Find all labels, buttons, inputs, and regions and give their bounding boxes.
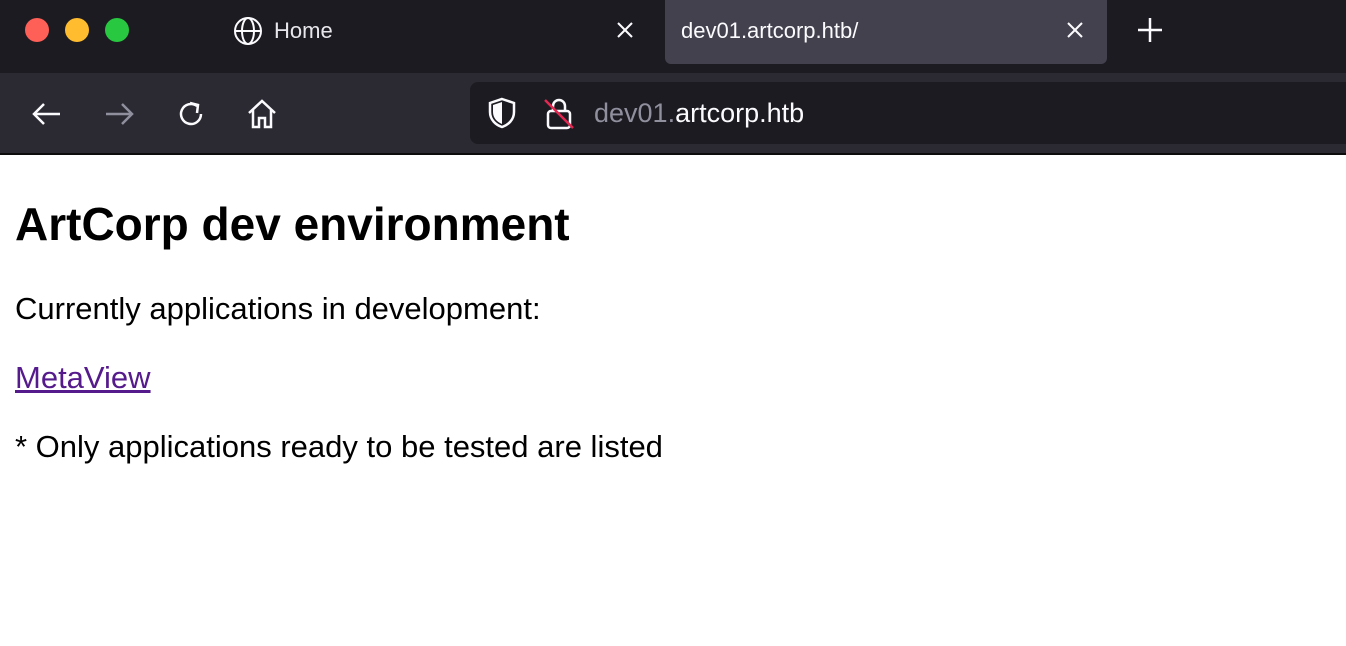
browser-window: Home dev01.artcorp.htb/ dev01.artcorp.ht… bbox=[0, 0, 1346, 646]
close-tab-icon[interactable] bbox=[613, 18, 637, 42]
reload-icon[interactable] bbox=[173, 96, 209, 132]
globe-icon bbox=[234, 17, 262, 45]
address-bar[interactable]: dev01.artcorp.htb bbox=[470, 82, 1346, 144]
url-subdomain: dev01. bbox=[594, 98, 676, 128]
tab-label: dev01.artcorp.htb/ bbox=[681, 18, 859, 43]
back-arrow-icon[interactable] bbox=[29, 96, 65, 132]
home-icon[interactable] bbox=[244, 96, 280, 132]
url-domain: artcorp.htb bbox=[675, 98, 805, 128]
navigation-toolbar: dev01.artcorp.htb bbox=[0, 73, 1346, 154]
close-tab-icon[interactable] bbox=[1063, 18, 1087, 42]
tab-strip: Home dev01.artcorp.htb/ bbox=[0, 0, 1346, 73]
forward-arrow-icon[interactable] bbox=[101, 96, 137, 132]
maximize-window-button[interactable] bbox=[105, 18, 129, 42]
shield-icon[interactable] bbox=[485, 96, 519, 130]
note-text: * Only applications ready to be tested a… bbox=[15, 429, 663, 464]
app-link-paragraph: MetaView bbox=[15, 360, 151, 396]
intro-text: Currently applications in development: bbox=[15, 291, 541, 326]
tab-label: Home bbox=[274, 18, 333, 43]
close-window-button[interactable] bbox=[25, 18, 49, 42]
url-text[interactable]: dev01.artcorp.htb bbox=[594, 98, 804, 129]
insecure-lock-icon[interactable] bbox=[542, 95, 576, 131]
tab-home[interactable]: Home bbox=[220, 0, 650, 64]
metaview-link[interactable]: MetaView bbox=[15, 360, 151, 395]
tab-active[interactable]: dev01.artcorp.htb/ bbox=[665, 0, 1107, 64]
page-title: ArtCorp dev environment bbox=[15, 198, 570, 250]
page-content: ArtCorp dev environment Currently applic… bbox=[0, 155, 1346, 646]
new-tab-plus-icon[interactable] bbox=[1134, 14, 1166, 46]
minimize-window-button[interactable] bbox=[65, 18, 89, 42]
